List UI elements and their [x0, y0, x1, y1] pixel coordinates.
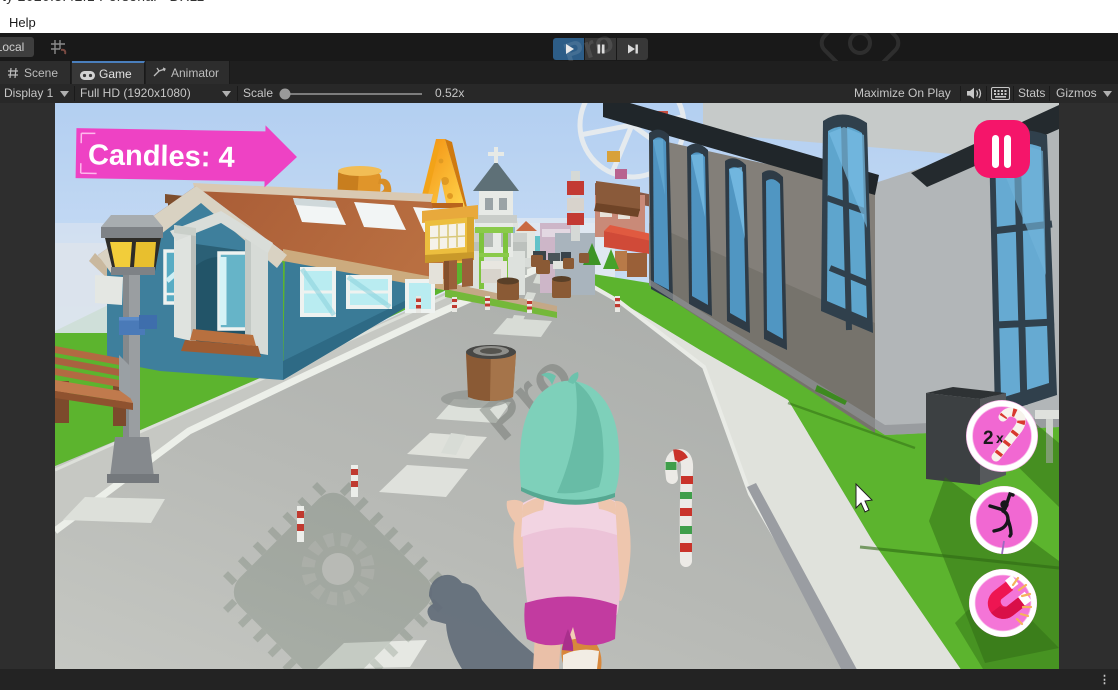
- svg-text:2: 2: [983, 428, 994, 449]
- svg-text:Candles: 4: Candles: 4: [88, 139, 235, 174]
- svg-text:Pro: Pro: [560, 33, 618, 61]
